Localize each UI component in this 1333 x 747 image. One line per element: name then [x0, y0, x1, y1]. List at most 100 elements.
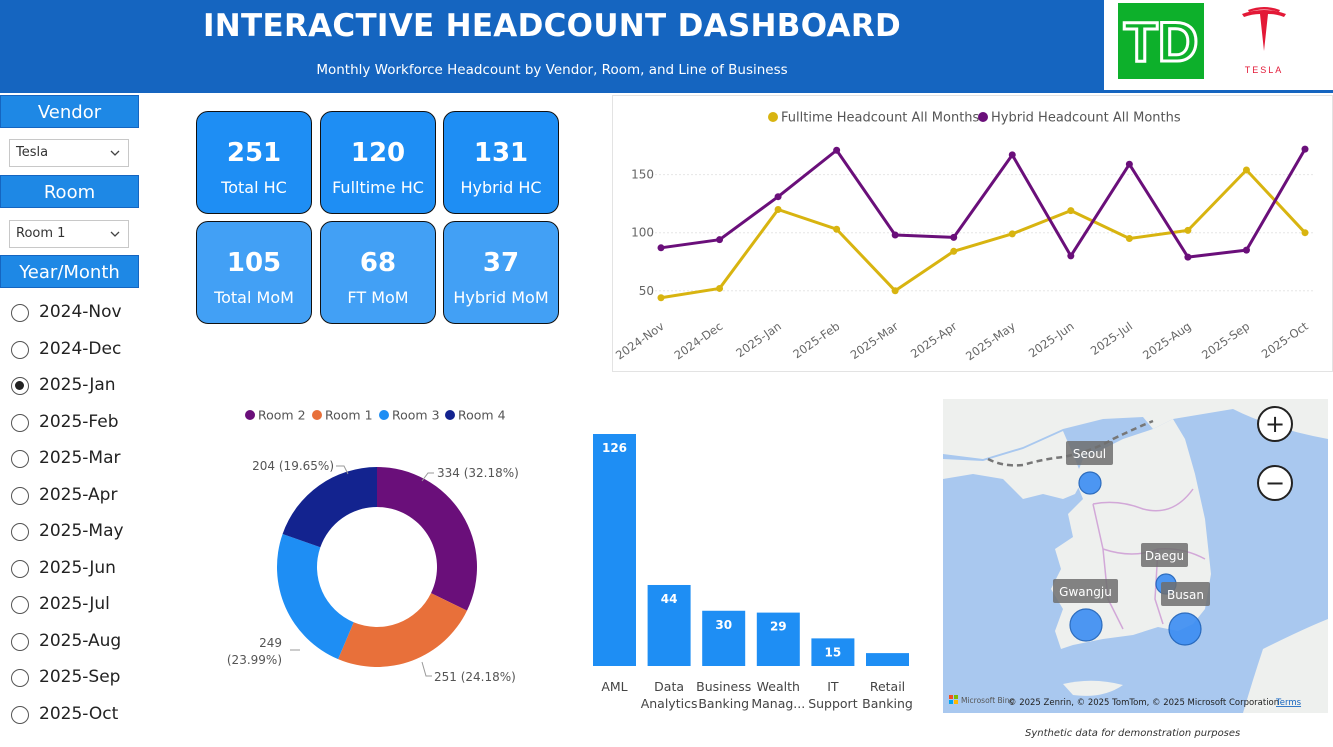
- data-point: [1301, 145, 1309, 153]
- city-label-daegu: Daegu: [1141, 543, 1188, 567]
- data-point: [657, 294, 665, 302]
- category-label: Manag...: [751, 696, 805, 711]
- radio-button[interactable]: [11, 413, 29, 432]
- room-dropdown[interactable]: Room 1: [9, 220, 129, 248]
- kpi-total-mom: 105 Total MoM: [196, 221, 312, 324]
- map-marker-busan: [1168, 612, 1202, 646]
- radio-button[interactable]: [11, 450, 29, 468]
- radio-button[interactable]: [11, 523, 29, 541]
- category-label: Wealth: [757, 679, 800, 694]
- legend-marker: [768, 112, 778, 122]
- data-point: [716, 236, 724, 244]
- city-label-gwangju: Gwangju: [1053, 579, 1118, 603]
- data-point: [1067, 252, 1075, 260]
- radio-button[interactable]: [11, 304, 29, 322]
- map-terms-link[interactable]: Terms: [1275, 698, 1302, 708]
- map-marker-gwangju: [1069, 608, 1103, 642]
- radio-label: 2025-Aug: [39, 630, 122, 651]
- line-chart-svg: 50 100 150 2024-Nov 2024-Dec 2025-Jan 2025-Feb…: [613, 111, 1315, 363]
- category-label: Business: [696, 679, 751, 694]
- kpi-value: 120: [350, 138, 406, 168]
- x-tick-label: 2025-Jun: [1026, 319, 1077, 360]
- category-label: Banking: [862, 696, 913, 711]
- donut-chart-svg: 334 (32.18%) 251 (24.18%) 249 (23.99%) 204 (…: [227, 408, 519, 685]
- radio-label: 2025-Mar: [39, 448, 121, 468]
- y-tick-label: 150: [631, 168, 654, 182]
- radio-button[interactable]: [11, 377, 29, 395]
- logo-area: TD TESLA: [1104, 0, 1333, 93]
- radio-button[interactable]: [11, 669, 29, 687]
- data-point: [833, 225, 841, 233]
- radio-button[interactable]: [11, 596, 29, 614]
- lob-bar-chart[interactable]: 126 AML 44 Data Analytics 30 Business Banking 29…: [580, 400, 925, 720]
- category-label: Support: [808, 696, 858, 711]
- x-tick-label: 2025-Jan: [733, 319, 783, 360]
- donut-slice: [377, 467, 478, 611]
- page-title: INTERACTIVE HEADCOUNT DASHBOARD: [202, 8, 902, 44]
- vendor-dropdown[interactable]: Tesla: [9, 139, 129, 167]
- korea-map[interactable]: Seoul Daegu Gwangju Busan + − Microsoft …: [943, 399, 1328, 713]
- city-name: Seoul: [1073, 447, 1106, 461]
- kpi-value: 251: [226, 138, 282, 168]
- category-label: Analytics: [641, 696, 698, 711]
- data-point: [1301, 229, 1309, 237]
- map-copyright: © 2025 Zenrin, © 2025 TomTom, © 2025 Mic…: [1008, 698, 1279, 708]
- map-marker-seoul: [1078, 471, 1102, 495]
- legend-label: Room 2: [258, 408, 306, 423]
- x-tick-label: 2025-Feb: [790, 319, 842, 361]
- zoom-in-button[interactable]: +: [1257, 406, 1293, 442]
- city-label-busan: Busan: [1161, 582, 1210, 606]
- radio-button[interactable]: [11, 486, 29, 505]
- bar-value-label: 30: [715, 618, 732, 632]
- legend-label: Room 1: [325, 408, 373, 423]
- vendor-selected: Tesla: [16, 145, 49, 160]
- series-line: [660, 148, 1307, 259]
- x-tick-label: 2025-Oct: [1259, 319, 1311, 362]
- map-brand: Microsoft Bing: [961, 696, 1014, 705]
- radio-button[interactable]: [11, 705, 29, 724]
- tesla-logo: TESLA: [1234, 6, 1294, 78]
- chevron-down-icon: [110, 150, 120, 156]
- td-logo: TD: [1118, 3, 1204, 79]
- legend-label: Room 4: [458, 408, 506, 423]
- kpi-value: 105: [226, 248, 282, 278]
- map-land: [1063, 680, 1123, 696]
- headcount-line-chart[interactable]: 50 100 150 2024-Nov 2024-Dec 2025-Jan 2025-Feb…: [612, 95, 1333, 372]
- legend-marker: [245, 410, 255, 420]
- legend-label: Room 3: [392, 408, 440, 423]
- kpi-value: 37: [482, 248, 520, 278]
- data-point: [1184, 226, 1192, 234]
- legend-marker: [978, 112, 988, 122]
- zoom-out-button[interactable]: −: [1257, 465, 1293, 501]
- data-point: [1125, 235, 1133, 243]
- category-label: Retail: [870, 679, 905, 694]
- data-point: [1008, 151, 1016, 159]
- data-point: [774, 205, 782, 213]
- tesla-wordmark: TESLA: [1245, 65, 1284, 75]
- kpi-value: 68: [359, 248, 397, 278]
- room-donut-chart[interactable]: 334 (32.18%) 251 (24.18%) 249 (23.99%) 204 (…: [160, 400, 580, 720]
- kpi-hybrid-mom: 37 Hybrid MoM: [443, 221, 559, 324]
- kpi-label: Hybrid HC: [460, 178, 542, 197]
- slice-label: 334 (32.18%): [437, 466, 519, 480]
- data-point: [1242, 246, 1250, 254]
- data-point: [891, 287, 899, 295]
- chevron-down-icon: [110, 231, 120, 237]
- kpi-label: Fulltime HC: [332, 178, 424, 197]
- dashboard: INTERACTIVE HEADCOUNT DASHBOARD Monthly …: [0, 0, 1333, 747]
- y-tick-label: 100: [631, 226, 654, 240]
- plus-icon: +: [1265, 410, 1285, 438]
- radio-button[interactable]: [11, 632, 29, 651]
- x-tick-label: 2025-Jul: [1088, 319, 1135, 358]
- category-label: Data: [654, 679, 684, 694]
- td-logo-text: TD: [1124, 10, 1199, 73]
- bar-value-label: 126: [602, 441, 627, 455]
- x-tick-label: 2025-May: [963, 319, 1018, 363]
- bar-value-label: 44: [661, 592, 678, 606]
- slice-label: 204 (19.65%): [252, 459, 334, 473]
- radio-button[interactable]: [11, 340, 29, 359]
- category-label: AML: [601, 679, 627, 694]
- kpi-total-hc: 251 Total HC: [196, 111, 312, 214]
- x-tick-label: 2025-Apr: [908, 319, 960, 361]
- radio-button[interactable]: [11, 559, 29, 578]
